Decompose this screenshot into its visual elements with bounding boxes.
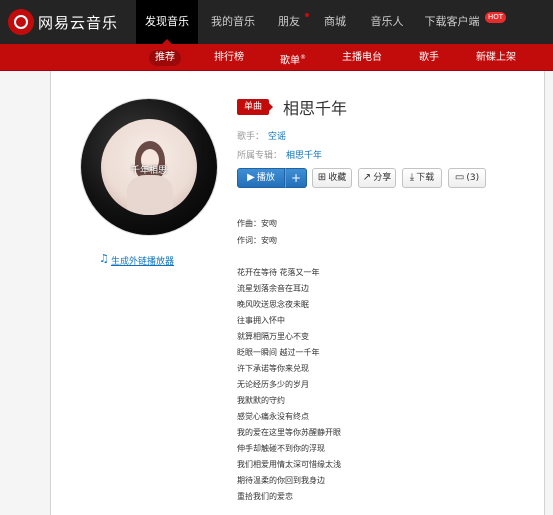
subnav-recommend-label: 推荐 <box>149 50 181 66</box>
song-title: 相思千年 <box>283 99 348 118</box>
lyric-line: 就算相隔万里心不变 <box>237 332 309 341</box>
play-icon: ▶ <box>247 172 255 183</box>
singer-label: 歌手： <box>237 132 265 142</box>
music-note-icon: ♫ <box>99 252 109 265</box>
folder-plus-icon: ⊞ <box>317 172 327 183</box>
singer-row: 歌手： 空谣 <box>237 129 286 142</box>
sub-navigation-bar: 推荐 排行榜 歌单® 主播电台 歌手 新碟上架 <box>0 44 553 71</box>
download-icon: ⤓ <box>409 172 415 183</box>
lyricist-credit: 作词：安吻 <box>237 236 277 245</box>
collect-button[interactable]: ⊞ 收藏 <box>312 168 352 188</box>
cover-figure-robe <box>127 175 173 215</box>
lyric-line: 我们相爱用情太深可惜缘太浅 <box>237 460 341 469</box>
lyric-line: 花开在等待 花落又一年 <box>237 268 320 277</box>
subnav-playlists-label: 歌单 <box>280 55 300 67</box>
share-label: 分享 <box>373 173 392 183</box>
subnav-recommend[interactable]: 推荐 <box>148 44 182 71</box>
lyric-line: 期待温柔的你回到我身边 <box>237 476 325 485</box>
subnav-playlists-sup: ® <box>300 54 306 61</box>
nav-download-client[interactable]: 下载客户端 <box>418 0 486 44</box>
subnav-artists[interactable]: 歌手 <box>417 44 441 71</box>
generate-player-link[interactable]: 生成外链播放器 <box>111 254 174 267</box>
subnav-playlists[interactable]: 歌单® <box>276 44 310 71</box>
lyric-line: 感觉心痛永没有终点 <box>237 412 309 421</box>
lyric-line: 晚风吹送思念夜未眠 <box>237 300 309 309</box>
album-link[interactable]: 相思千年 <box>286 151 322 161</box>
collect-label: 收藏 <box>328 173 347 183</box>
lyrics-block: 花开在等待 花落又一年 流星划落余音在耳边 晚风吹送思念夜未眠 往事拥入怀中 就… <box>237 265 341 505</box>
vinyl-record: 千年相思 <box>81 99 217 235</box>
share-button[interactable]: ↗ 分享 <box>358 168 396 188</box>
lyric-line: 往事拥入怀中 <box>237 316 285 325</box>
single-tag: 单曲 <box>237 99 274 115</box>
song-detail-panel: 千年相思 ♫ 生成外链播放器 单曲 相思千年 歌手： 空谣 所属专辑： 相思千年 ▶… <box>50 71 545 515</box>
lyric-line: 无论经历多少的岁月 <box>237 380 309 389</box>
nav-musician[interactable]: 音乐人 <box>366 0 408 44</box>
singer-link[interactable]: 空谣 <box>268 132 286 142</box>
nav-friends[interactable]: 朋友 <box>272 0 306 44</box>
download-label: 下载 <box>416 173 435 183</box>
lyric-line: 伸手却触碰不到你的浮现 <box>237 444 325 453</box>
lyric-line: 许下承诺等你来兑现 <box>237 364 309 373</box>
play-label: 播放 <box>256 173 275 183</box>
nav-discover-music[interactable]: 发现音乐 <box>136 0 198 44</box>
lyric-line: 眨眼一瞬间 越过一千年 <box>237 348 320 357</box>
lyric-line: 我默默的守约 <box>237 396 285 405</box>
hot-badge: HOT <box>485 12 507 23</box>
subnav-new-albums[interactable]: 新碟上架 <box>474 44 518 71</box>
subnav-radio[interactable]: 主播电台 <box>340 44 384 71</box>
comment-icon: ▭ <box>454 172 465 183</box>
play-button[interactable]: ▶ 播放 <box>237 168 285 188</box>
lyric-line: 流星划落余音在耳边 <box>237 284 309 293</box>
lyric-line: 重拾我们的爱恋 <box>237 492 293 501</box>
album-row: 所属专辑： 相思千年 <box>237 148 322 161</box>
share-icon: ↗ <box>362 172 372 183</box>
top-navigation-bar: 网易云音乐 发现音乐 我的音乐 朋友 商城 音乐人 下载客户端 HOT <box>0 0 553 44</box>
nav-my-music[interactable]: 我的音乐 <box>205 0 261 44</box>
album-cover: 千年相思 <box>101 119 197 215</box>
comment-count: (3) <box>466 173 480 183</box>
composer-credit: 作曲：安吻 <box>237 219 277 228</box>
album-label: 所属专辑： <box>237 151 283 161</box>
nav-mall[interactable]: 商城 <box>318 0 352 44</box>
download-button[interactable]: ⤓ 下载 <box>402 168 442 188</box>
brand-name[interactable]: 网易云音乐 <box>38 12 118 33</box>
cover-title-text: 千年相思 <box>130 166 167 176</box>
notification-dot <box>305 13 309 17</box>
add-to-playlist-button[interactable]: + <box>285 168 307 188</box>
subnav-charts[interactable]: 排行榜 <box>212 44 246 71</box>
lyric-line: 我的爱在这里等你苏醒静开眼 <box>237 428 341 437</box>
netease-music-logo-icon[interactable] <box>8 9 34 35</box>
comment-button[interactable]: ▭ (3) <box>448 168 486 188</box>
